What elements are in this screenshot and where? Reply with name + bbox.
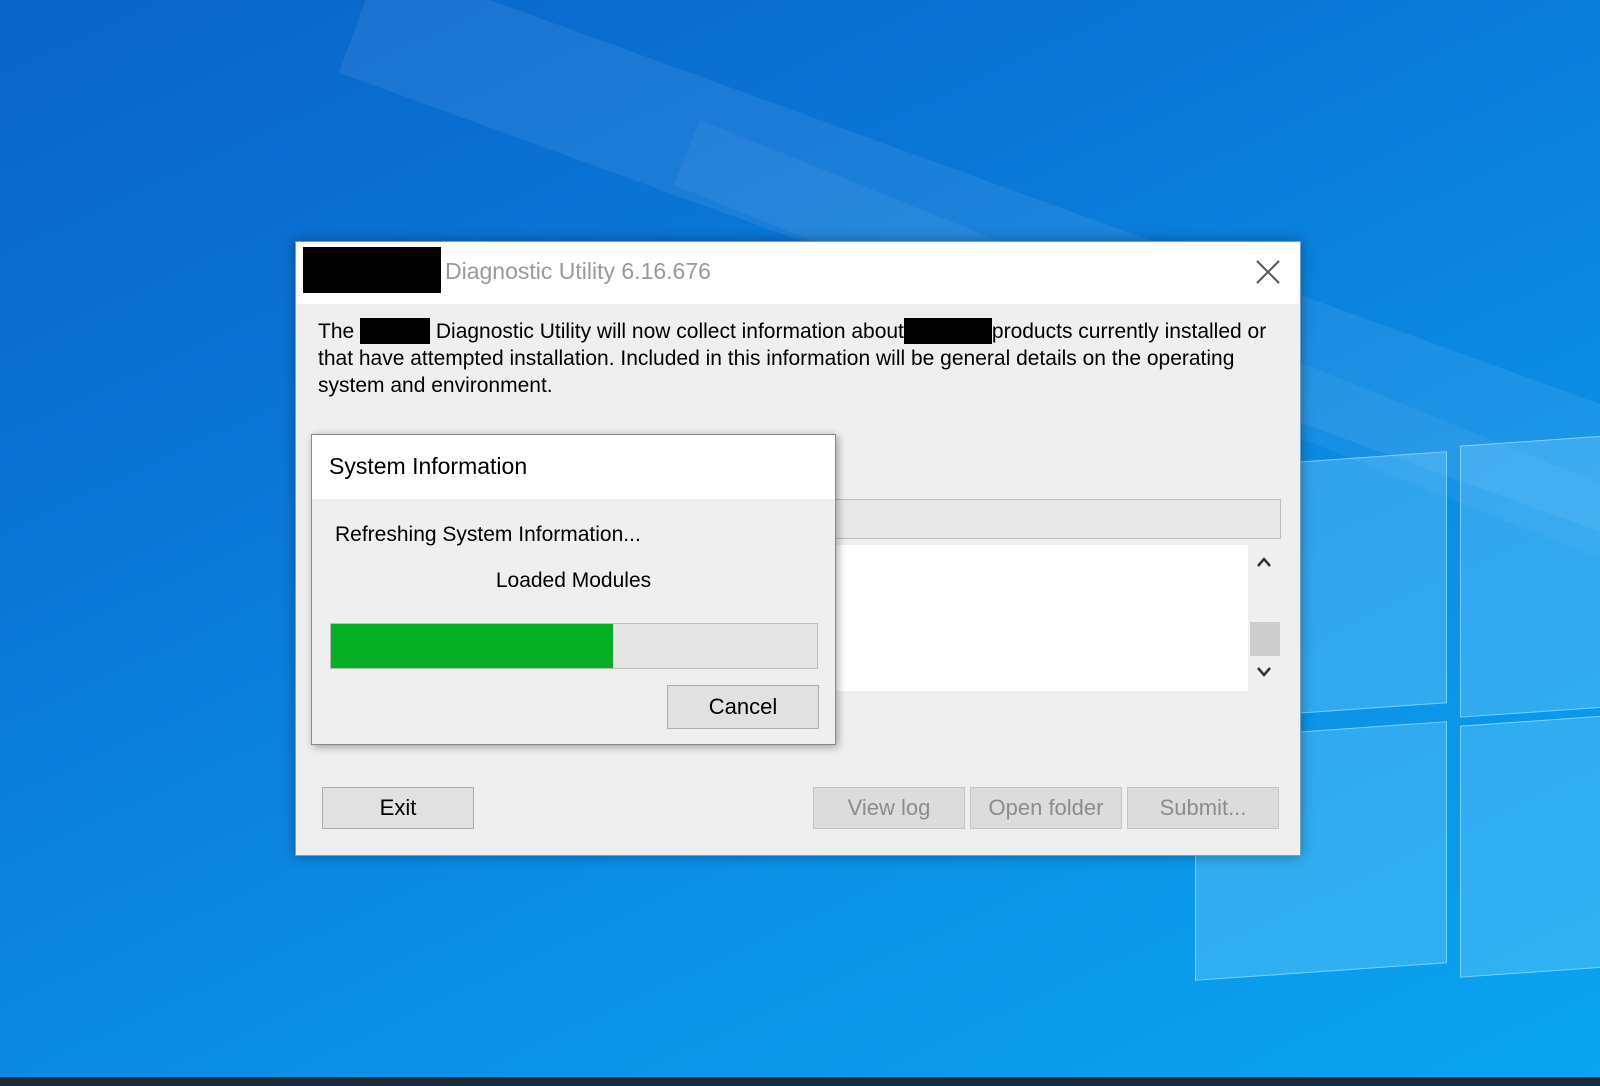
description-part-1: The bbox=[318, 320, 361, 343]
chevron-up-icon bbox=[1257, 557, 1271, 567]
current-item-text: Loaded Modules bbox=[495, 569, 652, 592]
description-part-2: Diagnostic Utility will now collect info… bbox=[430, 320, 904, 343]
scroll-thumb[interactable] bbox=[1250, 622, 1280, 656]
dialog-title-bar[interactable]: System Information bbox=[312, 435, 835, 499]
taskbar bbox=[0, 1077, 1600, 1086]
results-list[interactable] bbox=[826, 545, 1248, 691]
chevron-down-icon bbox=[1257, 667, 1271, 677]
close-icon bbox=[1256, 260, 1280, 284]
submit-button[interactable]: Submit... bbox=[1127, 787, 1279, 829]
view-log-button[interactable]: View log bbox=[813, 787, 965, 829]
dialog-title: System Information bbox=[329, 453, 528, 479]
close-button[interactable] bbox=[1246, 250, 1290, 294]
scroll-up-button[interactable] bbox=[1248, 547, 1280, 577]
vertical-scrollbar[interactable] bbox=[1248, 545, 1280, 691]
redacted-text bbox=[903, 318, 992, 344]
open-folder-button[interactable]: Open folder bbox=[970, 787, 1122, 829]
exit-button[interactable]: Exit bbox=[322, 787, 474, 829]
progress-bar bbox=[330, 623, 818, 669]
cancel-button[interactable]: Cancel bbox=[667, 685, 819, 729]
status-text: Refreshing System Information... bbox=[335, 523, 641, 546]
title-bar[interactable]: Diagnostic Utility 6.16.676 bbox=[296, 242, 1300, 304]
system-information-dialog: System Information Refreshing System Inf… bbox=[311, 434, 836, 745]
scroll-down-button[interactable] bbox=[1248, 657, 1280, 687]
redacted-app-logo bbox=[303, 247, 441, 293]
info-field bbox=[826, 499, 1281, 539]
desktop: Diagnostic Utility 6.16.676 The Diagnost… bbox=[0, 0, 1600, 1086]
progress-bar-fill bbox=[331, 624, 613, 668]
window-title: Diagnostic Utility 6.16.676 bbox=[445, 258, 711, 284]
description-text: The Diagnostic Utility will now collect … bbox=[318, 318, 1288, 399]
redacted-text bbox=[360, 318, 431, 344]
